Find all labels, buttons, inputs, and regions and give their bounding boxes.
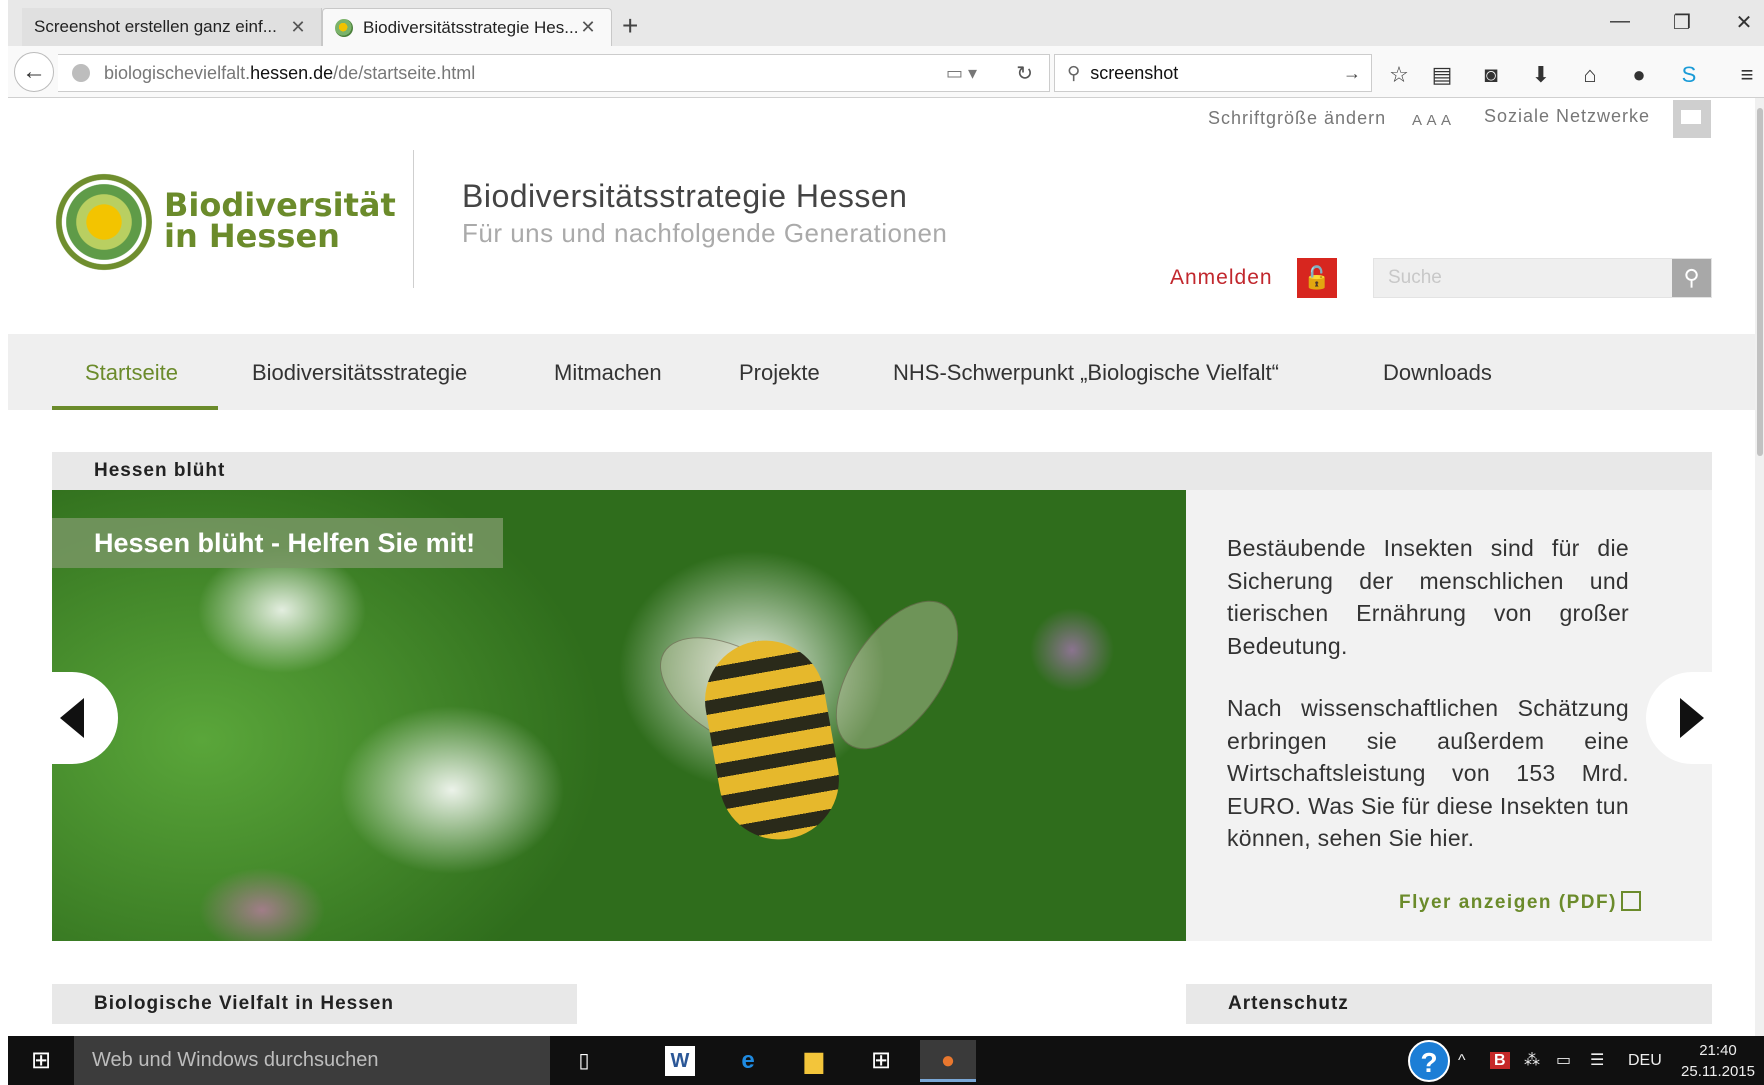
nav-mitmachen[interactable]: Mitmachen xyxy=(554,360,662,386)
clock-time: 21:40 xyxy=(1699,1042,1737,1059)
tray-b-icon[interactable]: B xyxy=(1490,1040,1510,1082)
pocket-icon[interactable]: ◙ xyxy=(1474,58,1508,92)
new-tab-button[interactable]: + xyxy=(622,12,638,40)
skype-icon[interactable]: S xyxy=(1672,58,1706,92)
help-icon[interactable]: ? xyxy=(1408,1040,1450,1082)
lock-icon[interactable]: 🔓 xyxy=(1297,258,1337,298)
dropbox-icon[interactable]: ⁂ xyxy=(1524,1040,1540,1082)
site-search-input[interactable]: Suche xyxy=(1373,258,1712,298)
battery-icon[interactable]: ▭ xyxy=(1556,1040,1571,1082)
url-prefix: biologischevielfalt. xyxy=(104,62,251,83)
active-nav-indicator xyxy=(52,406,218,410)
library-icon[interactable]: ▤ xyxy=(1425,58,1459,92)
url-bar[interactable]: biologischevielfalt. hessen.de/de/startse… xyxy=(58,54,1050,92)
section-heading-artenschutz: Artenschutz xyxy=(1186,984,1712,1024)
url-path: /de/startseite.html xyxy=(333,62,476,83)
browser-tab-1[interactable]: Screenshot erstellen ganz einf... ✕ xyxy=(22,8,322,46)
nav-biodiversitaetsstrategie[interactable]: Biodiversitätsstrategie xyxy=(252,360,467,386)
task-view-icon[interactable]: ▯ xyxy=(556,1040,612,1082)
social-icon[interactable] xyxy=(1673,100,1711,138)
section-heading-biologische-vielfalt: Biologische Vielfalt in Hessen xyxy=(52,984,577,1024)
logo-icon[interactable] xyxy=(52,172,152,272)
divider xyxy=(413,150,414,288)
font-size-controls[interactable]: A A A xyxy=(1412,112,1452,129)
logo-line2: in Hessen xyxy=(164,217,340,255)
feature-paragraph-1: Bestäubende Insekten sind für die Sicher… xyxy=(1227,535,1629,659)
chat-icon[interactable]: ● xyxy=(1622,58,1656,92)
tab-label: Biodiversitätsstrategie Hes... xyxy=(363,17,577,37)
firefox-icon[interactable]: ● xyxy=(920,1040,976,1082)
flyer-link-label: Flyer anzeigen (PDF) xyxy=(1399,892,1617,913)
screen: Screenshot erstellen ganz einf... ✕ Biod… xyxy=(0,0,1764,1085)
browser-tab-2[interactable]: Biodiversitätsstrategie Hes... ✕ xyxy=(322,8,612,46)
menu-icon[interactable]: ≡ xyxy=(1730,58,1764,92)
site-info-icon[interactable] xyxy=(72,64,90,82)
social-networks-link[interactable]: Soziale Netzwerke xyxy=(1484,106,1650,127)
clock-date: 25.11.2015 xyxy=(1681,1063,1755,1080)
restore-icon[interactable]: ❐ xyxy=(1662,10,1702,35)
external-link-icon xyxy=(1620,891,1641,911)
notifications-icon[interactable]: ☰ xyxy=(1590,1040,1604,1082)
logo-text[interactable]: Biodiversität in Hessen xyxy=(164,189,396,255)
store-icon[interactable]: ⊞ xyxy=(853,1040,909,1082)
nav-nhs-schwerpunkt[interactable]: NHS-Schwerpunkt „Biologische Vielfalt“ xyxy=(893,360,1279,386)
favicon-icon xyxy=(335,18,353,37)
minimize-icon[interactable]: — xyxy=(1600,10,1640,33)
edge-icon[interactable]: e xyxy=(720,1040,776,1082)
nav-projekte[interactable]: Projekte xyxy=(739,360,820,386)
tab-label: Screenshot erstellen ganz einf... xyxy=(34,17,277,36)
search-go-icon[interactable]: → xyxy=(1343,63,1361,84)
language-indicator[interactable]: DEU xyxy=(1628,1040,1662,1082)
file-explorer-icon[interactable]: ▆ xyxy=(786,1040,842,1082)
tray-chevron-icon[interactable]: ^ xyxy=(1458,1040,1466,1082)
feature-paragraph-2: Nach wissenschaftlichen Schätzung erbrin… xyxy=(1227,695,1629,851)
site-title: Biodiversitätsstrategie Hessen xyxy=(462,178,908,214)
nav-startseite[interactable]: Startseite xyxy=(85,360,178,386)
close-icon[interactable]: ✕ xyxy=(287,17,309,38)
nav-downloads[interactable]: Downloads xyxy=(1383,360,1492,386)
home-icon[interactable]: ⌂ xyxy=(1573,58,1607,92)
feature-heading: Hessen blüht xyxy=(52,452,1712,490)
url-host: hessen.de xyxy=(250,62,334,83)
site-subtitle: Für uns und nachfolgende Generationen xyxy=(462,218,948,248)
close-window-icon[interactable]: ✕ xyxy=(1724,10,1764,35)
bee-body xyxy=(695,631,849,849)
reader-icon[interactable]: ▭ ▾ xyxy=(946,63,977,84)
download-icon[interactable]: ⬇ xyxy=(1524,58,1558,92)
word-icon[interactable]: W xyxy=(665,1046,695,1076)
search-value: screenshot xyxy=(1090,62,1179,83)
flyer-link[interactable]: Flyer anzeigen (PDF) xyxy=(1399,891,1641,914)
search-icon: ⚲ xyxy=(1067,62,1081,83)
star-icon[interactable]: ☆ xyxy=(1382,58,1416,92)
clock[interactable]: 21:40 25.11.2015 xyxy=(1678,1040,1758,1082)
login-link[interactable]: Anmelden xyxy=(1170,266,1273,290)
font-size-link[interactable]: Schriftgröße ändern xyxy=(1208,108,1386,129)
search-icon[interactable]: ⚲ xyxy=(1672,259,1711,297)
close-icon[interactable]: ✕ xyxy=(577,17,599,38)
hero-badge[interactable]: Hessen blüht - Helfen Sie mit! xyxy=(52,518,503,568)
bee-wing xyxy=(811,579,983,771)
back-arrow-icon[interactable]: ← xyxy=(14,52,54,92)
windows-start-icon[interactable]: ⊞ xyxy=(8,1036,74,1085)
browser-search-input[interactable]: ⚲ screenshot → xyxy=(1054,54,1372,92)
taskbar-search-input[interactable]: Web und Windows durchsuchen xyxy=(74,1036,550,1085)
scrollbar-thumb[interactable] xyxy=(1757,108,1763,456)
reload-icon[interactable]: ↻ xyxy=(1016,61,1033,86)
